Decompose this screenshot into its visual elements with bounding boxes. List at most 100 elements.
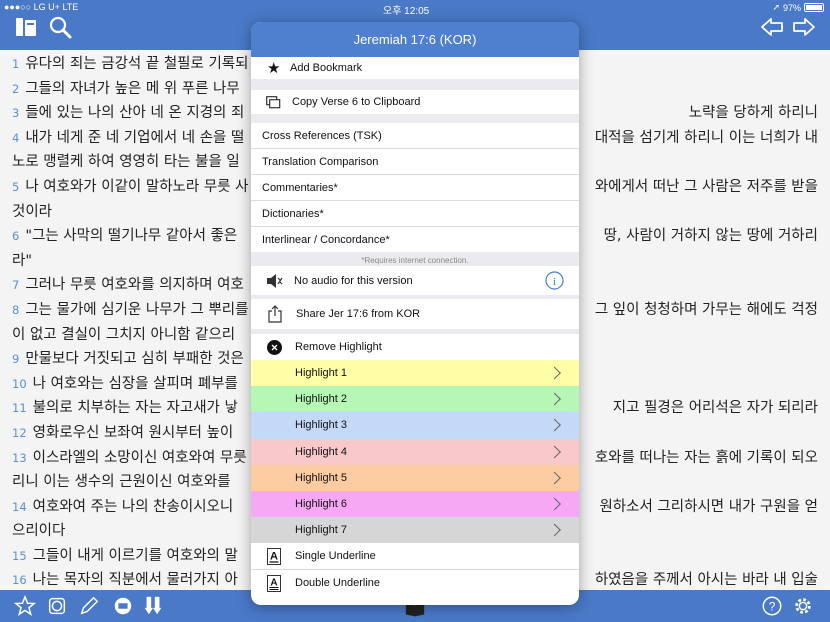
highlight-6-button[interactable]: Highlight 6 [251, 491, 579, 518]
verse-number: 4 [12, 130, 20, 145]
info-icon[interactable]: i [545, 271, 564, 290]
add-bookmark-label: Add Bookmark [290, 62, 363, 74]
highlight-5-button[interactable]: Highlight 5 [251, 464, 579, 491]
copy-verse-button[interactable]: Copy Verse 6 to Clipboard [251, 90, 579, 114]
verse-text-left: 이 없고 결실이 그치지 아니함 같으리 [12, 326, 236, 343]
verse-number: 11 [12, 401, 27, 416]
verse-text-left: "그는 사막의 떨기나무 같아서 좋은 [25, 228, 238, 245]
star-icon: ★ [267, 60, 281, 77]
verse-text-right: 원하소서 그리하시면 내가 구원을 얻 [599, 498, 818, 515]
highlight-4-button[interactable]: Highlight 4 [251, 438, 579, 465]
verse-number: 8 [12, 302, 20, 317]
separator [251, 114, 579, 123]
highlight-label: Highlight 3 [295, 419, 347, 432]
pen-notes-icon[interactable] [78, 595, 100, 617]
speaker-muted-icon [267, 273, 283, 288]
forward-arrow-icon[interactable] [792, 15, 816, 39]
double-underline-a-icon: A [267, 574, 281, 592]
verse-number: 3 [12, 106, 20, 121]
verse-text-left: 이스라엘의 소망이신 여호와여 무릇 [32, 449, 247, 466]
library-icon[interactable] [14, 15, 38, 39]
verse-text-left: 내가 네게 준 네 기업에서 네 손을 떨 [25, 129, 245, 146]
double-underline-label: Double Underline [295, 577, 380, 589]
verse-number: 16 [12, 573, 27, 588]
battery-icon [804, 3, 824, 12]
verse-text-left: 여호와여 주는 나의 찬송이시오니 [32, 498, 234, 515]
translation-comparison-button[interactable]: Translation Comparison [251, 149, 579, 174]
verse-number: 13 [12, 450, 27, 465]
highlight-label: Highlight 7 [295, 524, 347, 537]
verse-number: 12 [12, 425, 27, 440]
highlight-2-button[interactable]: Highlight 2 [251, 386, 579, 413]
chevron-right-icon [548, 523, 561, 537]
verse-text-left: 만물보다 거짓되고 심히 부패한 것은 [25, 351, 244, 368]
popup-title: Jeremiah 17:6 (KOR) [251, 22, 579, 57]
highlight-label: Highlight 1 [295, 367, 347, 380]
verse-text-right: 호와를 떠나는 자는 흙에 기록이 되오 [594, 449, 818, 466]
highlight-label: Highlight 6 [295, 498, 347, 511]
verse-text-right: 지고 필경은 어리석은 자가 되리라 [612, 400, 818, 417]
reading-plan-icon[interactable] [112, 595, 134, 617]
star-bookmarks-icon[interactable] [14, 595, 36, 617]
verse-text-left: 들에 있는 나의 산아 네 온 지경의 죄 [25, 105, 245, 122]
interlinear-button[interactable]: Interlinear / Concordance* [251, 227, 579, 252]
verse-number: 1 [12, 57, 20, 71]
dictionaries-button[interactable]: Dictionaries* [251, 201, 579, 226]
chevron-right-icon [548, 471, 561, 485]
chapter-down-icon[interactable] [142, 595, 164, 617]
verse-text-left: 그들의 자녀가 높은 메 위 푸른 나무 [25, 80, 240, 97]
share-icon [268, 305, 282, 323]
copy-icon [266, 95, 281, 108]
add-bookmark-button[interactable]: ★ Add Bookmark [251, 57, 579, 79]
remove-x-icon [267, 339, 282, 355]
verse-number: 5 [12, 179, 20, 194]
interlinear-label: Interlinear / Concordance* [262, 233, 390, 246]
svg-text:A: A [270, 577, 277, 588]
translation-comparison-label: Translation Comparison [262, 155, 379, 168]
verse-number: 7 [12, 278, 20, 293]
highlight-7-button[interactable]: Highlight 7 [251, 517, 579, 544]
commentaries-button[interactable]: Commentaries* [251, 175, 579, 200]
search-icon[interactable] [48, 15, 72, 39]
verse-number: 14 [12, 499, 27, 514]
chevron-right-icon [548, 419, 561, 432]
settings-gear-icon[interactable] [792, 595, 814, 617]
help-icon[interactable]: ? [761, 595, 783, 617]
back-arrow-icon[interactable] [760, 15, 784, 39]
svg-text:?: ? [769, 600, 776, 614]
audio-label: No audio for this version [294, 274, 413, 287]
single-underline-button[interactable]: A Single Underline [251, 543, 579, 569]
verse-text-right: 대적을 섬기게 하리니 이는 너희가 내 [594, 129, 818, 146]
verse-text-left: 영화로우신 보좌여 원시부터 높이 [32, 424, 234, 441]
share-button[interactable]: Share Jer 17:6 from KOR [251, 299, 579, 329]
underline-a-icon: A [267, 547, 281, 565]
highlight-label: Highlight 5 [295, 471, 347, 484]
remove-highlight-button[interactable]: Remove Highlight [251, 334, 579, 360]
highlight-1-button[interactable]: Highlight 1 [251, 360, 579, 387]
commentaries-label: Commentaries* [262, 181, 338, 194]
internet-note: *Requires internet connection. [361, 256, 469, 265]
svg-text:A: A [270, 550, 278, 562]
verse-text-left: 나 여호와가 이같이 말하노라 무릇 사 [25, 178, 249, 195]
chevron-right-icon [548, 366, 561, 380]
svg-text:i: i [553, 276, 556, 288]
audio-row[interactable]: No audio for this version i [251, 266, 579, 295]
verse-text-left: 나 여호와는 심장을 살피며 폐부를 [32, 375, 238, 392]
verse-text-left: 나는 목자의 직분에서 물러가지 아 [32, 572, 238, 589]
verse-text-left: 라" [12, 252, 33, 269]
verse-text-right: 와에게서 떠난 그 사람은 저주를 받을 [594, 178, 818, 195]
verse-number: 15 [12, 548, 27, 563]
verse-text-right: 노략을 당하게 하리니 [688, 105, 818, 122]
highlight-3-button[interactable]: Highlight 3 [251, 412, 579, 439]
cross-references-button[interactable]: Cross References (TSK) [251, 123, 579, 148]
double-underline-button[interactable]: A Double Underline [251, 570, 579, 596]
verse-text-left: 으리이다 [12, 523, 66, 540]
verse-text-right: 땅, 사람이 거하지 않는 땅에 거하리 [603, 228, 818, 245]
separator [251, 79, 579, 90]
chevron-right-icon [548, 497, 561, 511]
status-time: 오후 12:05 [383, 6, 430, 17]
verse-number: 6 [12, 229, 20, 244]
share-label: Share Jer 17:6 from KOR [296, 308, 421, 320]
history-icon[interactable] [46, 595, 68, 617]
location-icon: ➚ [772, 2, 780, 12]
